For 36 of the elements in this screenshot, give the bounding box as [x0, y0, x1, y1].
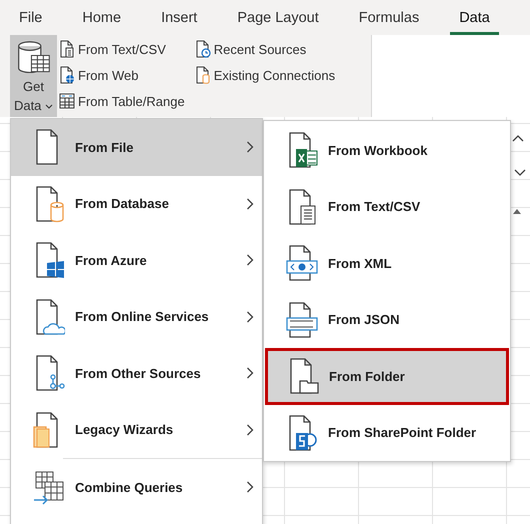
- menu-item[interactable]: From Azure: [11, 232, 262, 288]
- ribbon-tab[interactable]: Page Layout: [228, 0, 328, 35]
- ribbon-tab[interactable]: Insert: [152, 0, 206, 35]
- menu-item[interactable]: From Workbook: [264, 122, 510, 178]
- text-file-icon: [59, 40, 75, 58]
- collapse-ribbon-icon[interactable]: [512, 134, 524, 142]
- ribbon-command[interactable]: Existing Connections: [192, 62, 338, 88]
- menu-item[interactable]: From File: [11, 119, 262, 176]
- ribbon-tab[interactable]: Formulas: [350, 0, 428, 35]
- ribbon-command[interactable]: From Text/CSV: [57, 36, 187, 62]
- menu-item[interactable]: From Online Services: [11, 288, 262, 345]
- caret-down-icon: [45, 104, 54, 110]
- menu-item[interactable]: From Text/CSV: [264, 178, 510, 235]
- xml-file-icon: [286, 244, 318, 282]
- expand-formula-bar-icon[interactable]: [514, 169, 526, 177]
- menu-item[interactable]: From Other Sources: [11, 345, 262, 402]
- menu-item[interactable]: From Database: [11, 176, 262, 232]
- json-file-icon: [286, 300, 318, 339]
- clock-file-icon: [194, 40, 211, 58]
- ribbon-command[interactable]: From Web: [57, 62, 187, 88]
- ribbon-command[interactable]: Recent Sources: [192, 36, 338, 62]
- menu-item[interactable]: From XML: [264, 235, 510, 292]
- ribbon-tab[interactable]: Data: [450, 0, 499, 35]
- menu-item[interactable]: From Folder: [265, 348, 509, 404]
- menu-item[interactable]: From SharePoint Folder: [264, 404, 510, 461]
- menu-item[interactable]: From JSON: [264, 292, 510, 348]
- scroll-up-icon[interactable]: [511, 207, 523, 215]
- menu-item[interactable]: Combine Queries: [11, 459, 262, 516]
- ribbon-command[interactable]: From Table/Range: [57, 88, 187, 114]
- database-file-icon: [194, 66, 211, 84]
- ribbon-tab[interactable]: File: [10, 0, 52, 35]
- web-file-icon: [59, 66, 75, 84]
- get-data-button[interactable]: Get Data: [10, 35, 57, 117]
- ribbon-tab[interactable]: Home: [73, 0, 130, 35]
- menu-item[interactable]: Legacy Wizards: [11, 402, 262, 458]
- table-icon: [59, 92, 75, 110]
